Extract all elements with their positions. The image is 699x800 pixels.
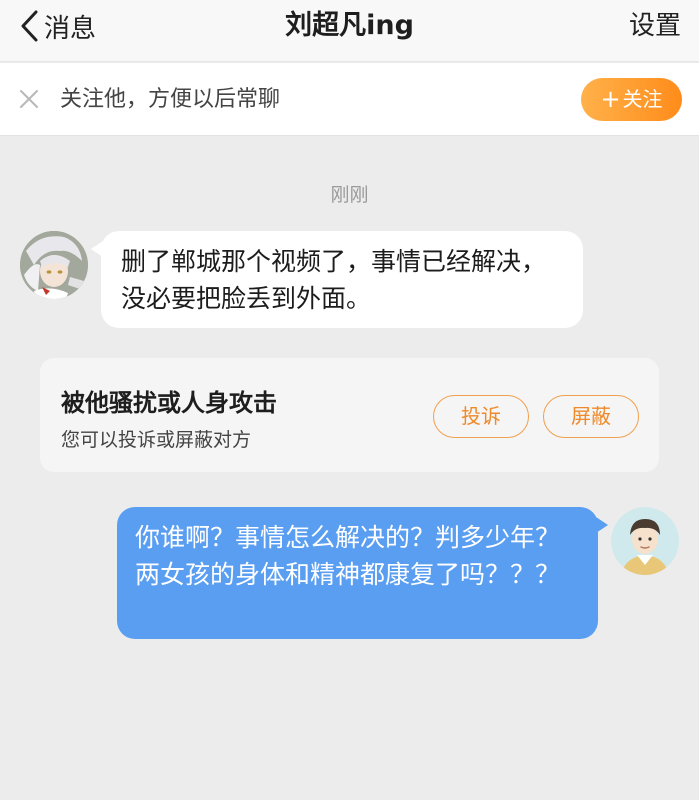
bubble-tail (91, 241, 103, 257)
incoming-message-bubble[interactable]: 删了郸城那个视频了，事情已经解决，没必要把脸丢到外面。 (91, 231, 583, 328)
follow-button-label: 关注 (622, 87, 663, 111)
nav-header: 消息 刘超凡ing 设置 (0, 0, 699, 62)
block-button[interactable]: 屏蔽 (543, 395, 639, 438)
chat-screen: 消息 刘超凡ing 设置 关注他，方便以后常聊 + 关注 刚刚 删了郸城那个视频… (0, 0, 699, 800)
follow-prompt-text: 关注他，方便以后常聊 (60, 87, 281, 112)
harassment-card-subtitle: 您可以投诉或屏蔽对方 (61, 429, 252, 451)
settings-button[interactable]: 设置 (629, 8, 681, 44)
page-title: 刘超凡ing (285, 10, 414, 41)
contact-avatar[interactable] (20, 231, 88, 299)
plus-icon: + (600, 85, 621, 113)
report-button[interactable]: 投诉 (433, 395, 529, 438)
user-avatar[interactable] (611, 507, 679, 575)
bubble-tail (596, 517, 608, 533)
incoming-message-text: 删了郸城那个视频了，事情已经解决，没必要把脸丢到外面。 (121, 247, 547, 313)
follow-button[interactable]: + 关注 (581, 78, 682, 121)
harassment-notice-card: 被他骚扰或人身攻击 您可以投诉或屏蔽对方 投诉 屏蔽 (40, 358, 659, 472)
outgoing-message-text: 你谁啊？事情怎么解决的？判多少年？两女孩的身体和精神都康复了吗？？？ (135, 523, 561, 589)
message-timestamp: 刚刚 (330, 184, 369, 206)
close-icon[interactable] (18, 88, 40, 110)
harassment-card-title: 被他骚扰或人身攻击 (61, 389, 277, 417)
outgoing-message-bubble[interactable]: 你谁啊？事情怎么解决的？判多少年？两女孩的身体和精神都康复了吗？？？ (117, 507, 608, 639)
follow-banner: 关注他，方便以后常聊 + 关注 (0, 63, 699, 136)
